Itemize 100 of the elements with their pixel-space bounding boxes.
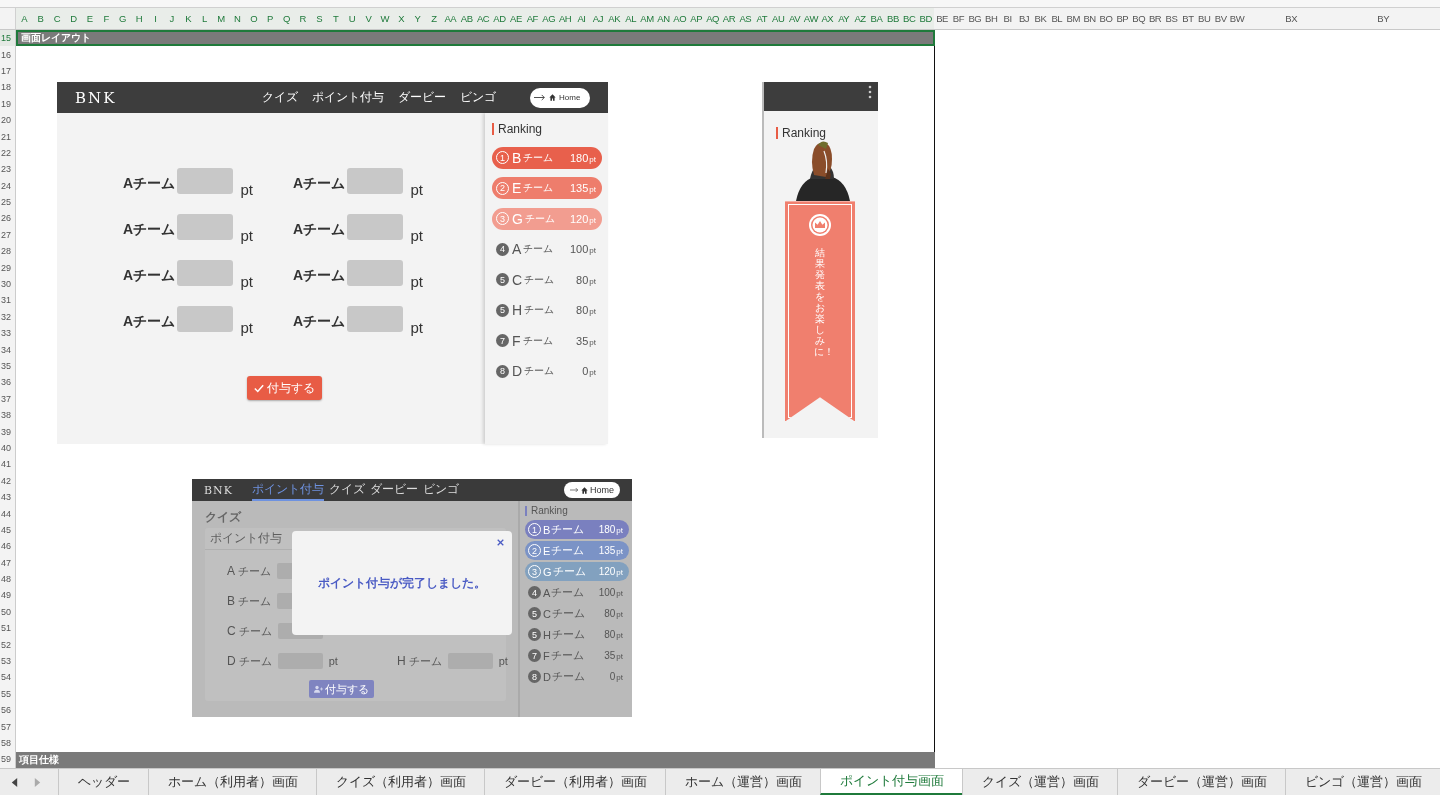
points-input[interactable]	[346, 214, 404, 241]
menu-icon[interactable]	[868, 85, 872, 100]
column-header[interactable]: AD	[491, 8, 508, 29]
column-header[interactable]: BT	[1179, 8, 1197, 29]
column-header[interactable]: AP	[688, 8, 705, 29]
column-header[interactable]: BS	[1163, 8, 1180, 29]
points-input[interactable]	[346, 306, 404, 333]
sheet-tab[interactable]: ダービー（運営）画面	[1117, 769, 1285, 795]
row-header[interactable]: 41	[0, 456, 15, 473]
row-header[interactable]: 37	[0, 390, 15, 407]
nav-tab[interactable]: ポイント付与	[251, 479, 324, 502]
sheet-tab[interactable]: ヘッダー	[58, 769, 148, 795]
home-button[interactable]: Home	[564, 482, 620, 499]
row-header[interactable]: 48	[0, 570, 15, 588]
column-header[interactable]: BK	[1032, 8, 1049, 29]
sheet-tab[interactable]: ビンゴ（運営）画面	[1285, 769, 1440, 795]
row-header[interactable]: 47	[0, 554, 15, 571]
column-header[interactable]: BX	[1245, 8, 1338, 29]
column-header[interactable]: BD	[917, 8, 934, 29]
row-header[interactable]: 30	[0, 275, 15, 293]
column-header[interactable]: BO	[1097, 8, 1115, 29]
sheet-tab[interactable]: クイズ（運営）画面	[962, 769, 1117, 795]
column-header[interactable]: AF	[524, 8, 541, 29]
column-header[interactable]: AV	[786, 8, 803, 29]
points-input[interactable]	[176, 214, 234, 241]
column-header[interactable]: BU	[1196, 8, 1213, 29]
home-button[interactable]: Home	[530, 87, 590, 108]
column-header[interactable]: BQ	[1130, 8, 1147, 29]
points-input[interactable]	[346, 168, 404, 195]
column-header[interactable]: T	[327, 8, 344, 29]
row-header[interactable]: 35	[0, 357, 15, 375]
column-header[interactable]: I	[147, 8, 164, 29]
row-header[interactable]: 42	[0, 472, 15, 489]
column-header[interactable]: L	[196, 8, 213, 29]
row-header[interactable]: 56	[0, 702, 15, 719]
column-header[interactable]: Y	[409, 8, 426, 29]
nav-tab[interactable]: ビンゴ	[422, 479, 459, 502]
column-header[interactable]: D	[65, 8, 82, 29]
column-header[interactable]: BJ	[1015, 8, 1033, 29]
column-header[interactable]: BA	[868, 8, 885, 29]
row-header[interactable]: 28	[0, 243, 15, 260]
column-header[interactable]: BY	[1337, 8, 1430, 29]
row-header[interactable]: 17	[0, 62, 15, 80]
row-header[interactable]: 19	[0, 95, 15, 112]
row-header[interactable]: 55	[0, 685, 15, 702]
row-header[interactable]: 38	[0, 407, 15, 424]
column-header[interactable]: AI	[573, 8, 590, 29]
row-header[interactable]: 54	[0, 669, 15, 686]
nav-tab[interactable]: ダービー	[369, 479, 418, 502]
row-header[interactable]: 50	[0, 603, 15, 621]
column-header[interactable]: Q	[278, 8, 295, 29]
column-header[interactable]: BP	[1114, 8, 1131, 29]
nav-tab[interactable]: クイズ	[328, 479, 365, 502]
row-header[interactable]: 46	[0, 538, 15, 555]
column-header[interactable]: BM	[1065, 8, 1082, 29]
row-header[interactable]: 26	[0, 210, 15, 227]
row-header[interactable]: 34	[0, 341, 15, 358]
row-header[interactable]: 18	[0, 79, 15, 96]
column-header[interactable]: AN	[655, 8, 672, 29]
sheet-tab[interactable]: ダービー（利用者）画面	[484, 769, 665, 795]
close-icon[interactable]	[497, 539, 504, 547]
nav-link[interactable]: ダービー	[398, 89, 446, 107]
row-header[interactable]: 23	[0, 161, 15, 178]
nav-link[interactable]: ポイント付与	[312, 89, 384, 107]
row-header[interactable]: 40	[0, 439, 15, 457]
column-header[interactable]: A	[16, 8, 33, 29]
points-input[interactable]	[176, 260, 234, 287]
row-header[interactable]: 43	[0, 488, 15, 506]
column-header[interactable]: BV	[1212, 8, 1229, 29]
next-sheet-icon[interactable]	[33, 776, 42, 788]
column-header[interactable]: BE	[933, 8, 951, 29]
points-input[interactable]	[176, 168, 234, 195]
row-header[interactable]: 20	[0, 111, 15, 129]
column-header[interactable]: BI	[999, 8, 1016, 29]
column-header[interactable]: AA	[442, 8, 459, 29]
column-header[interactable]: N	[229, 8, 246, 29]
row-header[interactable]: 53	[0, 652, 15, 670]
column-header[interactable]: BR	[1146, 8, 1164, 29]
column-header[interactable]: AQ	[704, 8, 721, 29]
row-header[interactable]: 22	[0, 144, 15, 162]
row-header[interactable]: 45	[0, 521, 15, 539]
row-header[interactable]: 36	[0, 374, 15, 391]
row-header[interactable]: 29	[0, 259, 15, 276]
column-header[interactable]: BH	[983, 8, 1000, 29]
column-header[interactable]: AL	[622, 8, 639, 29]
sheet-tab[interactable]: ホーム（利用者）画面	[148, 769, 316, 795]
row-header[interactable]: 58	[0, 734, 15, 752]
row-header[interactable]: 27	[0, 226, 15, 244]
row-header[interactable]: 59	[0, 751, 15, 768]
row-header[interactable]: 21	[0, 128, 15, 145]
row-header[interactable]: 32	[0, 308, 15, 326]
previous-sheet-icon[interactable]	[10, 776, 19, 788]
row-header[interactable]: 33	[0, 325, 15, 342]
column-header[interactable]: AK	[606, 8, 623, 29]
column-header[interactable]: O	[245, 8, 262, 29]
row-header[interactable]: 49	[0, 587, 15, 604]
points-input[interactable]	[176, 306, 234, 333]
submit-button[interactable]: 付与する	[309, 680, 374, 699]
row-header[interactable]: 15	[0, 30, 15, 47]
column-header[interactable]: BL	[1048, 8, 1065, 29]
